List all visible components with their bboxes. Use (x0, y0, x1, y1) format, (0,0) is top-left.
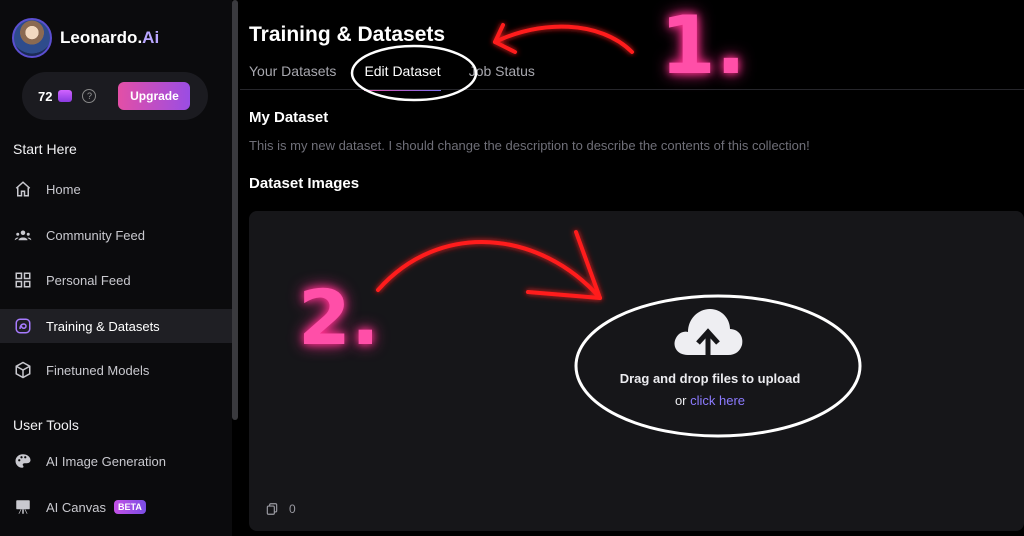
sidebar-item-training-datasets[interactable]: Training & Datasets (0, 309, 232, 343)
home-icon (14, 180, 32, 198)
cloud-upload-icon[interactable] (670, 305, 746, 363)
dataset-description[interactable]: This is my new dataset. I should change … (249, 138, 810, 153)
tabs: Your Datasets Edit Dataset Job Status (249, 63, 535, 91)
file-count-value: 0 (289, 502, 296, 516)
files-icon (266, 503, 278, 515)
palette-icon (14, 452, 32, 470)
section-title-user-tools: User Tools (13, 417, 79, 433)
beta-badge: BETA (113, 500, 146, 514)
section-title-start-here: Start Here (13, 141, 77, 157)
page-title: Training & Datasets (249, 23, 446, 46)
sidebar-item-label: Personal Feed (46, 272, 131, 288)
canvas-icon (14, 498, 32, 516)
sidebar-item-ai-image-generation[interactable]: AI Image Generation (0, 444, 232, 478)
sidebar-item-label: Training & Datasets (46, 318, 160, 334)
upload-instructions: Drag and drop files to upload (619, 371, 801, 386)
sidebar-item-personal-feed[interactable]: Personal Feed (0, 263, 232, 297)
token-icon (58, 90, 73, 102)
help-icon[interactable]: ? (82, 89, 97, 103)
tab-your-datasets[interactable]: Your Datasets (249, 63, 336, 91)
dataset-name[interactable]: My Dataset (249, 109, 328, 126)
credit-count: 72 (38, 88, 53, 104)
brand[interactable]: Leonardo.Ai (12, 18, 159, 58)
annotation-arrow-1 (493, 23, 634, 54)
upload-or-line: or click here (674, 393, 746, 408)
sidebar-item-label: AI Image Generation (46, 453, 166, 469)
annotation-step-1: 1. (660, 0, 747, 92)
click-here-link[interactable]: click here (690, 393, 745, 408)
credit-box: 72 ? Upgrade (22, 72, 208, 120)
sidebar-item-label: AI Canvas (46, 499, 106, 515)
grid-icon (14, 271, 32, 289)
sidebar-item-finetuned-models[interactable]: Finetuned Models (0, 353, 232, 387)
sidebar-item-label: Finetuned Models (46, 362, 150, 378)
sidebar-item-home[interactable]: Home (0, 172, 232, 206)
sidebar-scrollbar[interactable] (232, 0, 238, 420)
brand-name: Leonardo.Ai (60, 28, 160, 47)
dataset-images-title: Dataset Images (249, 175, 360, 192)
cube-icon (14, 361, 32, 379)
file-count: 0 (265, 502, 296, 516)
training-icon (14, 317, 32, 335)
tab-job-status[interactable]: Job Status (469, 63, 535, 91)
sidebar-item-community-feed[interactable]: Community Feed (0, 218, 232, 252)
community-icon (14, 226, 32, 244)
tabs-divider (240, 89, 1024, 90)
upgrade-button[interactable]: Upgrade (118, 82, 191, 110)
sidebar-item-label: Community Feed (46, 227, 145, 243)
tab-edit-dataset[interactable]: Edit Dataset (364, 63, 441, 91)
sidebar-item-label: Home (46, 181, 81, 197)
annotation-step-2: 2. (298, 273, 380, 362)
brand-avatar (12, 18, 52, 58)
sidebar-item-ai-canvas[interactable]: AI Canvas BETA (0, 490, 232, 524)
